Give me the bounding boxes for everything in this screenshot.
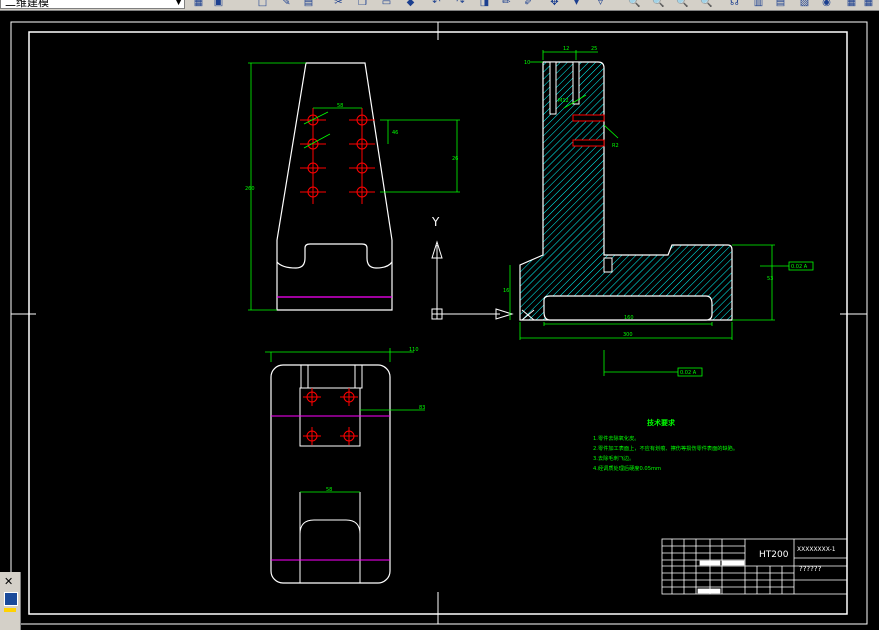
dim-d: R2 xyxy=(612,143,619,149)
zoom-extents-icon[interactable]: 🔍 xyxy=(700,0,713,8)
dim-f: 160 xyxy=(624,315,634,321)
dim-height: 83 xyxy=(419,405,425,411)
dim-c: 10 xyxy=(524,60,530,66)
dim-total: 110 xyxy=(409,347,419,353)
tolerance-1: 0.02 A xyxy=(791,264,808,270)
new-icon[interactable]: □ xyxy=(256,0,269,8)
redo-icon[interactable]: ↷ xyxy=(454,0,467,8)
tech-line-3: 3.去除毛刺飞边。 xyxy=(593,454,634,462)
cut-icon[interactable]: ✂ xyxy=(332,0,345,8)
sheet-icon[interactable]: ▧ xyxy=(798,0,811,8)
tech-title: 技术要求 xyxy=(647,418,676,427)
ucs-icon xyxy=(431,240,514,320)
workspace-value: 二维建模 xyxy=(5,0,49,9)
title-drawing-no: XXXXXXXX-1 xyxy=(797,546,836,553)
front-view: 58 46 26 260 xyxy=(245,62,460,311)
save-icon[interactable]: ▤ xyxy=(302,0,315,8)
inner-frame xyxy=(28,31,848,615)
tech-line-1: 1.零件去除氧化皮。 xyxy=(593,434,639,442)
workspace-select[interactable]: 二维建模 ▼ xyxy=(0,0,185,9)
dim-width: 58 xyxy=(337,103,343,109)
open-icon[interactable]: ✎ xyxy=(280,0,293,8)
copy-icon[interactable]: ❐ xyxy=(356,0,369,8)
dim-e: M12 xyxy=(558,98,569,104)
palette-icon[interactable] xyxy=(4,592,18,606)
grid-icon[interactable]: ▦ xyxy=(862,0,875,8)
arrow-icon[interactable]: ▿ xyxy=(594,0,607,8)
tolerance-2: 0.02 A xyxy=(680,370,697,376)
dim-h: 53 xyxy=(767,276,773,282)
title-material: HT200 xyxy=(759,550,789,560)
ucs-y-label: Y xyxy=(431,215,440,229)
dim-slot: 58 xyxy=(326,487,332,493)
brush-icon[interactable]: ✐ xyxy=(522,0,535,8)
undo-icon[interactable]: ↶ xyxy=(430,0,443,8)
pan-icon[interactable]: ✥ xyxy=(548,0,561,8)
dim-a: 12 xyxy=(563,46,569,52)
dim-b: 25 xyxy=(591,46,597,52)
tech-requirements: 技术要求 1.零件去除氧化皮。 2.零件加工表面上，不应有划痕、擦伤等损伤零件表… xyxy=(593,418,738,472)
tool-palette-icon[interactable]: ▤ xyxy=(774,0,787,8)
title-name: ?????? xyxy=(799,565,822,573)
chevron-down-icon: ▼ xyxy=(175,0,182,7)
tool-palette: ✕ xyxy=(0,572,21,630)
layer-icon[interactable]: ◨ xyxy=(478,0,491,8)
palette-strip-icon xyxy=(4,608,16,612)
measure-icon[interactable]: ☊ xyxy=(728,0,741,8)
paste-icon[interactable]: ▭ xyxy=(380,0,393,8)
drawing-canvas[interactable]: 58 46 26 260 Y 12 25 10 R2 M12 160 300 5… xyxy=(0,10,879,630)
top-view: 110 83 58 xyxy=(265,347,425,584)
close-icon[interactable]: ✕ xyxy=(4,575,13,588)
help-icon[interactable]: ▦ xyxy=(845,0,858,8)
pencil-icon[interactable]: ✏ xyxy=(500,0,513,8)
arrow-down-icon[interactable]: ▾ xyxy=(570,0,583,8)
tech-line-4: 4.经调质处理后硬度0.05mm xyxy=(593,464,661,472)
dim-i: 16 xyxy=(503,288,509,294)
zoom-window-icon[interactable]: 🔍 xyxy=(652,0,665,8)
dim-height-total: 260 xyxy=(245,186,255,192)
zoom-realtime-icon[interactable]: 🔍 xyxy=(628,0,641,8)
dim-height-right: 26 xyxy=(452,156,458,162)
outer-frame xyxy=(10,21,868,625)
properties-icon[interactable]: ▣ xyxy=(212,0,225,8)
side-view: 12 25 10 R2 M12 160 300 53 16 0.02 A 0.0… xyxy=(503,46,814,377)
zoom-previous-icon[interactable]: 🔍 xyxy=(676,0,689,8)
dim-g: 300 xyxy=(623,332,633,338)
match-icon[interactable]: ◆ xyxy=(404,0,417,8)
calc-icon[interactable]: ▥ xyxy=(752,0,765,8)
layers-icon[interactable]: ▦ xyxy=(192,0,205,8)
markup-icon[interactable]: ◉ xyxy=(820,0,833,8)
dim-pitch: 46 xyxy=(392,130,398,136)
tech-line-2: 2.零件加工表面上，不应有划痕、擦伤等损伤零件表面的缺陷。 xyxy=(593,444,738,452)
